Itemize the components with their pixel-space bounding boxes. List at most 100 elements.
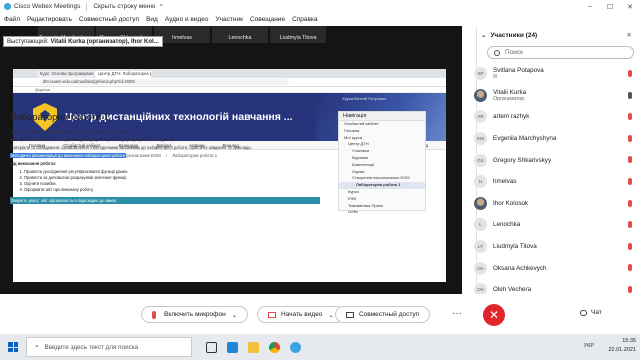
menu-help[interactable]: Справка xyxy=(292,16,318,23)
start-button[interactable] xyxy=(0,334,26,360)
menu-file[interactable]: Файл xyxy=(4,16,20,23)
participant-row[interactable]: SP Svitlana Potapova Я xyxy=(474,63,640,85)
participant-name: Vitalii Kurka xyxy=(493,88,527,96)
participant-row[interactable]: Vitalii Kurka Организатор xyxy=(474,85,640,107)
menu-audio-video[interactable]: Аудио и видео xyxy=(165,16,209,23)
share-label: Совместный доступ xyxy=(359,311,420,318)
microphone-muted-icon[interactable] xyxy=(628,221,632,229)
title-bar: Cisco Webex Meetings Скрыть строку меню … xyxy=(0,0,640,13)
share-button[interactable]: Совместный доступ xyxy=(335,306,431,323)
page-content: Лабораторна робота 1 Тема: Дослідження р… xyxy=(10,112,320,207)
chat-button[interactable]: Чат xyxy=(580,309,602,316)
start-video-button[interactable]: Начать видео ⌄ xyxy=(257,306,345,323)
participant-row[interactable]: LT Liudmyla Titova xyxy=(474,236,640,258)
microphone-muted-icon[interactable] xyxy=(628,199,632,207)
video-label: Начать видео xyxy=(281,311,323,318)
video-thumbnail[interactable]: Liudmyla Titova xyxy=(270,26,326,43)
nav-item[interactable]: Компетенції xyxy=(339,162,425,169)
chat-label: Чат xyxy=(591,309,602,316)
avatar: OA xyxy=(474,261,487,275)
nav-item[interactable]: Створення персональних ЕОМ xyxy=(339,175,425,182)
participant-info: Oleh Vechera xyxy=(493,286,531,293)
chevron-down-icon[interactable]: ⌄ xyxy=(481,31,486,39)
nav-item[interactable]: Відзнаки xyxy=(339,155,425,162)
more-options-button[interactable]: ··· xyxy=(452,308,462,319)
divider xyxy=(86,2,88,11)
navigation-title: Навігація xyxy=(339,112,425,121)
close-panel-button[interactable]: ✕ xyxy=(627,31,632,39)
nav-item[interactable]: Головна xyxy=(339,128,425,135)
participant-row[interactable]: EM Evgeniia Marchyshyna xyxy=(474,128,640,150)
clock-date: 22.01.2021 xyxy=(608,347,636,353)
participant-info: Lenochka xyxy=(493,221,520,228)
nav-item[interactable]: ОсФк xyxy=(339,209,425,216)
microphone-muted-icon[interactable] xyxy=(628,285,632,293)
mute-button[interactable]: Включить микрофон ⌄ xyxy=(141,306,249,323)
browser-tab-active[interactable]: Центр ДТН: Лабораторна робот xyxy=(95,71,151,78)
participant-row[interactable]: L Lenochka xyxy=(474,214,640,236)
tray-language[interactable]: УКР xyxy=(584,343,594,349)
nav-item[interactable]: ЕФК xyxy=(339,196,425,203)
section-heading: Хід виконання роботи: xyxy=(10,161,57,166)
nav-item[interactable]: Учасники xyxy=(339,148,425,155)
microphone-muted-icon[interactable] xyxy=(628,156,632,164)
maximize-button[interactable]: ☐ xyxy=(600,0,620,13)
end-meeting-button[interactable]: ✕ xyxy=(483,304,505,326)
menu-participant[interactable]: Участник xyxy=(216,16,243,23)
participant-info: Vitalii Kurka Организатор xyxy=(493,89,526,102)
nav-item[interactable]: Особистий кабінет xyxy=(339,121,425,128)
webex-icon[interactable] xyxy=(290,341,301,353)
close-button[interactable]: ✕ xyxy=(620,0,640,13)
nav-item[interactable]: Курси xyxy=(339,189,425,196)
clock[interactable]: 15:35 22.01.2021 xyxy=(608,337,636,355)
highlighted-link[interactable]: Методичні рекомендації до виконання лабо… xyxy=(10,153,126,158)
participant-info: Oksana Achkevych xyxy=(493,265,547,272)
minimize-button[interactable]: – xyxy=(580,0,600,13)
microphone-muted-icon[interactable] xyxy=(628,134,632,142)
participant-role: Организатор xyxy=(493,95,525,102)
microphone-muted-icon[interactable] xyxy=(628,177,632,185)
nav-item-selected[interactable]: Лабораторна робота 1 xyxy=(339,182,425,189)
video-off-icon xyxy=(268,311,276,318)
participants-panel: ⌄ Участники (24) ✕ Поиск SP Svitlana Pota… xyxy=(474,26,640,318)
participants-title: Участники (24) xyxy=(490,31,538,39)
browser-tab[interactable]: Курс: Основи програмування xyxy=(37,71,93,78)
menu-edit[interactable]: Редактировать xyxy=(27,16,72,23)
microphone-muted-icon[interactable] xyxy=(628,113,632,121)
steps-list: Провести дослідження регуляризованої фун… xyxy=(10,169,320,193)
microphone-muted-icon[interactable] xyxy=(628,242,632,250)
participant-row[interactable]: Hhmelvas xyxy=(474,171,640,193)
participant-row[interactable]: GS Gregory Shkarivskyy xyxy=(474,149,640,171)
browser-tab-strip: Курс: Основи програмування Центр ДТН: Ла… xyxy=(13,69,446,78)
task-view-icon[interactable] xyxy=(206,341,217,353)
nav-item[interactable]: Центр ДТН xyxy=(339,141,425,148)
microphone-icon[interactable] xyxy=(628,91,632,99)
avatar: EM xyxy=(474,132,487,146)
video-thumbnail[interactable]: Lenochka xyxy=(212,26,268,43)
participant-search-input[interactable]: Поиск xyxy=(487,46,634,59)
menu-meeting[interactable]: Совещание xyxy=(250,16,285,23)
search-icon: ⌕ xyxy=(35,343,39,350)
menu-view[interactable]: Вид xyxy=(146,16,158,23)
hide-menu-button[interactable]: Скрыть строку меню xyxy=(93,3,155,10)
search-icon xyxy=(494,49,500,56)
edge-icon[interactable] xyxy=(227,341,238,353)
menu-share[interactable]: Совместный доступ xyxy=(79,16,139,23)
chevron-down-icon[interactable]: ⌄ xyxy=(232,311,237,319)
nav-item[interactable]: Тимоквiлiжа Прилп xyxy=(339,203,425,210)
participant-row[interactable]: AR artem razhyk xyxy=(474,106,640,128)
participant-row[interactable]: OA Oksana Achkevych xyxy=(474,257,640,279)
chrome-icon[interactable] xyxy=(269,341,280,353)
microphone-muted-icon[interactable] xyxy=(628,70,632,77)
navigation-block: Навігація Особистий кабінет Головна Мої … xyxy=(338,111,426,214)
chevron-down-icon[interactable]: ⌄ xyxy=(328,311,333,319)
nav-item[interactable]: Оцінки xyxy=(339,169,425,176)
participant-row[interactable]: Ihor Kolosok xyxy=(474,193,640,215)
nav-item[interactable]: Мої курси xyxy=(339,135,425,142)
file-explorer-icon[interactable] xyxy=(248,341,259,353)
participant-name: Oksana Achkevych xyxy=(493,264,547,272)
taskbar-search-input[interactable]: ⌕ Введите здесь текст для поиска xyxy=(26,337,192,357)
url-field[interactable]: dtn.nuwm.edu.ua/mod/assign/view.php?id=0… xyxy=(39,79,289,85)
microphone-muted-icon[interactable] xyxy=(628,264,632,272)
paragraph: Матеріали та обладнання: ознайомлення з … xyxy=(10,145,252,150)
